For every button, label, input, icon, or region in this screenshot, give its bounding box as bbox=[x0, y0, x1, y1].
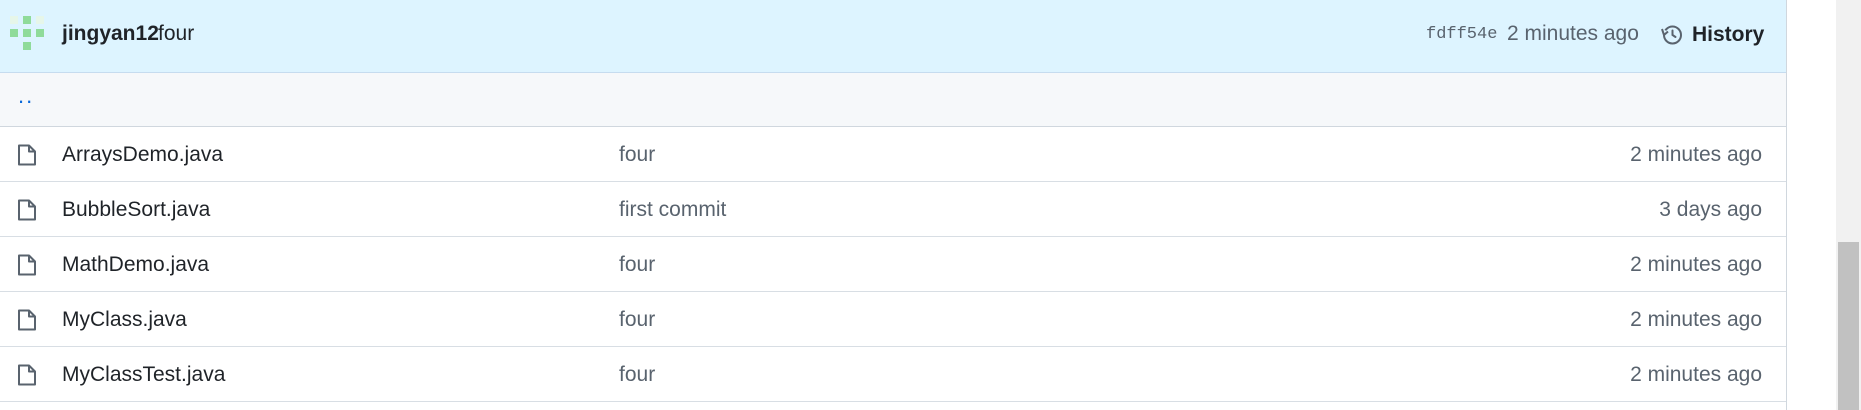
commit-author-link[interactable]: jingyan12 bbox=[62, 22, 159, 46]
file-row[interactable]: MathDemo.java four 2 minutes ago bbox=[0, 237, 1786, 292]
history-button[interactable]: History bbox=[1660, 20, 1764, 50]
parent-directory-link[interactable]: .. bbox=[18, 83, 34, 109]
file-browser: jingyan12 four fdff54e 2 minutes ago His… bbox=[0, 0, 1787, 410]
file-row[interactable]: MyClassTest.java four 2 minutes ago bbox=[0, 347, 1786, 402]
file-name-link[interactable]: BubbleSort.java bbox=[62, 198, 210, 222]
page: jingyan12 four fdff54e 2 minutes ago His… bbox=[0, 0, 1861, 410]
file-icon bbox=[18, 254, 36, 276]
history-label: History bbox=[1692, 23, 1765, 46]
file-name-link[interactable]: MathDemo.java bbox=[62, 253, 209, 277]
file-commit-message-link[interactable]: four bbox=[619, 363, 655, 387]
history-icon bbox=[1661, 25, 1682, 45]
file-commit-message-link[interactable]: four bbox=[619, 308, 655, 332]
commit-sha-link[interactable]: fdff54e bbox=[1426, 25, 1497, 44]
file-row[interactable]: BubbleSort.java first commit 3 days ago bbox=[0, 182, 1786, 237]
file-commit-age: 3 days ago bbox=[1659, 198, 1762, 221]
avatar[interactable] bbox=[10, 16, 44, 50]
file-name-link[interactable]: ArraysDemo.java bbox=[62, 143, 223, 167]
file-commit-age: 2 minutes ago bbox=[1630, 308, 1762, 331]
file-name-link[interactable]: MyClass.java bbox=[62, 308, 187, 332]
file-icon bbox=[18, 144, 36, 166]
file-name-link[interactable]: MyClassTest.java bbox=[62, 363, 225, 387]
file-icon bbox=[18, 199, 36, 221]
page-scrollbar-thumb[interactable] bbox=[1838, 242, 1859, 410]
commit-message-link[interactable]: four bbox=[158, 22, 194, 46]
file-commit-message-link[interactable]: four bbox=[619, 253, 655, 277]
file-commit-message-link[interactable]: first commit bbox=[619, 198, 726, 222]
file-row[interactable]: ArraysDemo.java four 2 minutes ago bbox=[0, 127, 1786, 182]
parent-directory-row[interactable]: .. bbox=[0, 73, 1786, 127]
file-commit-age: 2 minutes ago bbox=[1630, 143, 1762, 166]
file-commit-age: 2 minutes ago bbox=[1630, 253, 1762, 276]
file-icon bbox=[18, 309, 36, 331]
file-commit-message-link[interactable]: four bbox=[619, 143, 655, 167]
file-list: ArraysDemo.java four 2 minutes ago Bubbl… bbox=[0, 127, 1786, 402]
commit-timestamp: 2 minutes ago bbox=[1507, 22, 1639, 45]
file-icon bbox=[18, 364, 36, 386]
latest-commit-bar: jingyan12 four fdff54e 2 minutes ago His… bbox=[0, 0, 1786, 73]
file-commit-age: 2 minutes ago bbox=[1630, 363, 1762, 386]
file-row[interactable]: MyClass.java four 2 minutes ago bbox=[0, 292, 1786, 347]
